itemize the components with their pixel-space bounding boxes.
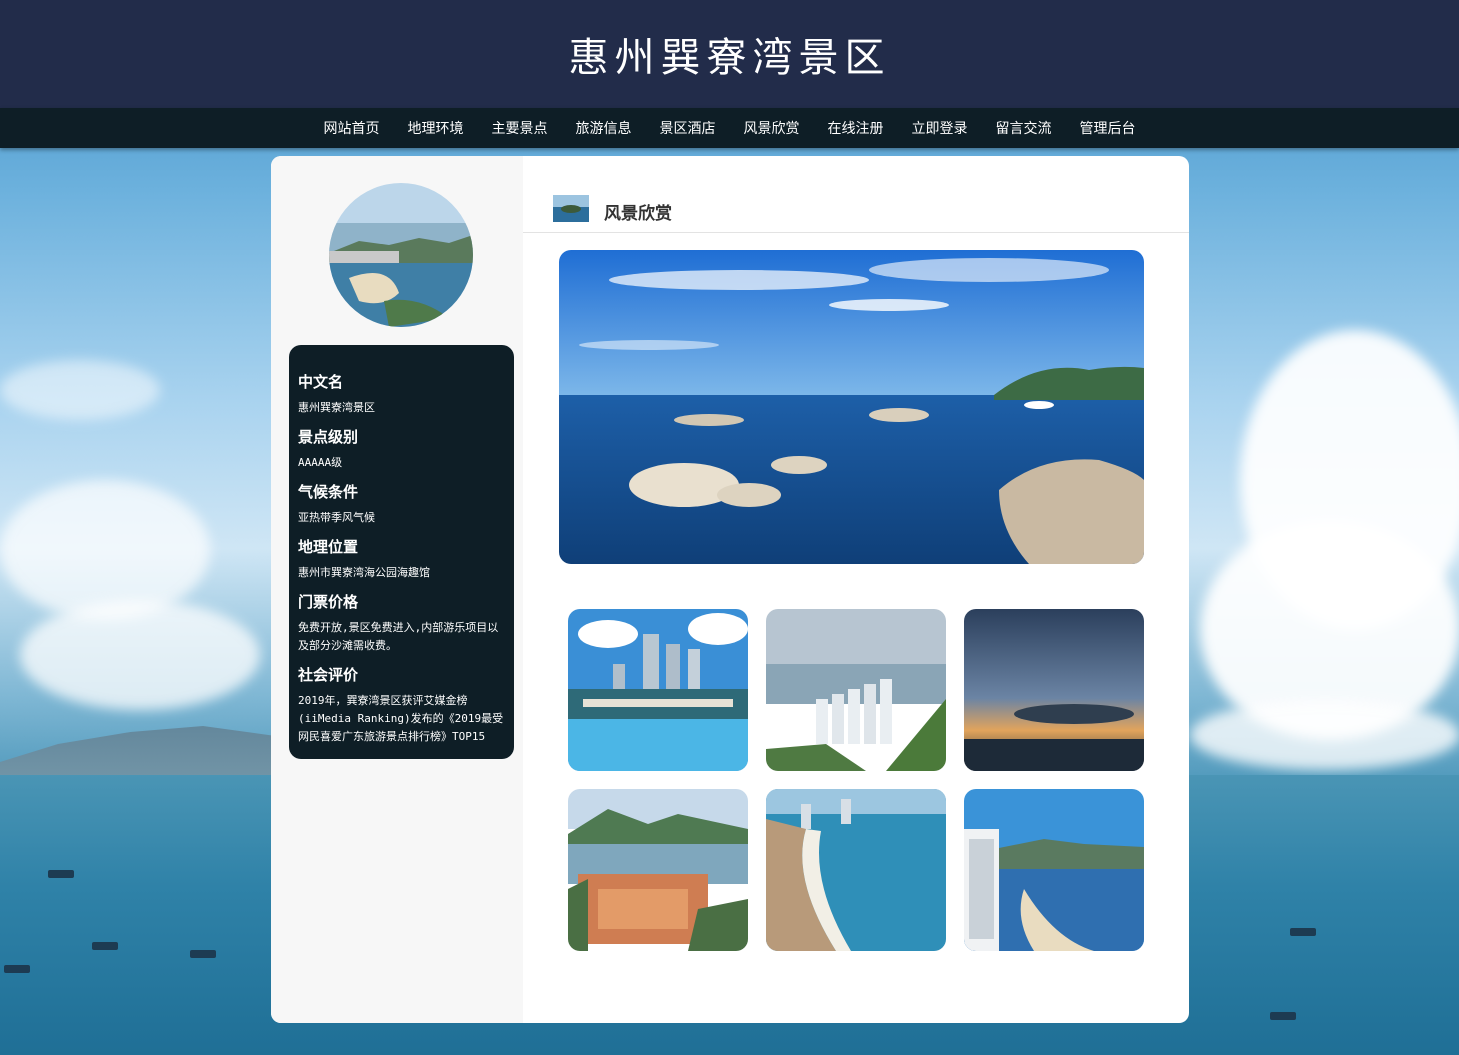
info-value-name: 惠州巽寮湾景区 bbox=[298, 401, 375, 414]
content-area: 风景欣赏 bbox=[523, 156, 1189, 1023]
info-label-name: 中文名 bbox=[298, 373, 344, 391]
info-value-climate: 亚热带季风气候 bbox=[298, 511, 375, 524]
nav-item-register[interactable]: 在线注册 bbox=[828, 118, 884, 138]
info-label-level: 景点级别 bbox=[298, 428, 359, 446]
nav-item-attractions[interactable]: 主要景点 bbox=[492, 118, 548, 138]
nav-item-home[interactable]: 网站首页 bbox=[324, 118, 380, 138]
info-label-reputation: 社会评价 bbox=[298, 666, 359, 684]
nav-item-travel-info[interactable]: 旅游信息 bbox=[576, 118, 632, 138]
gallery-image-6[interactable] bbox=[964, 789, 1144, 951]
gallery-image-4[interactable] bbox=[568, 789, 748, 951]
gallery-image-3[interactable] bbox=[964, 609, 1144, 771]
gallery-image-2[interactable] bbox=[766, 609, 946, 771]
nav-item-guestbook[interactable]: 留言交流 bbox=[996, 118, 1052, 138]
main-nav: 网站首页 地理环境 主要景点 旅游信息 景区酒店 风景欣赏 在线注册 立即登录 … bbox=[0, 108, 1459, 148]
info-card: 中文名 惠州巽寮湾景区 景点级别 AAAAA级 气候条件 亚热带季风气候 地理位… bbox=[289, 345, 514, 759]
section-header: 风景欣赏 bbox=[523, 192, 1189, 233]
gallery-image-5[interactable] bbox=[766, 789, 946, 951]
info-value-location: 惠州市巽寮湾海公园海趣馆 bbox=[298, 566, 430, 579]
sidebar: 中文名 惠州巽寮湾景区 景点级别 AAAAA级 气候条件 亚热带季风气候 地理位… bbox=[271, 156, 523, 1023]
info-label-location: 地理位置 bbox=[298, 538, 359, 556]
nav-item-scenery[interactable]: 风景欣赏 bbox=[744, 118, 800, 138]
avatar-image bbox=[329, 183, 473, 327]
site-title: 惠州巽寮湾景区 bbox=[568, 35, 891, 81]
info-value-level: AAAAA级 bbox=[298, 456, 343, 469]
gallery-image-1[interactable] bbox=[568, 609, 748, 771]
info-value-reputation: 2019年，巽寮湾景区获评艾媒金榜(iiMedia Ranking)发布的《20… bbox=[298, 694, 504, 743]
section-title: 风景欣赏 bbox=[604, 204, 672, 224]
hero-scenery-image bbox=[559, 250, 1144, 564]
nav-item-hotels[interactable]: 景区酒店 bbox=[660, 118, 716, 138]
section-thumbnail bbox=[553, 195, 589, 222]
nav-item-login[interactable]: 立即登录 bbox=[912, 118, 968, 138]
info-value-ticket: 免费开放,景区免费进入,内部游乐项目以及部分沙滩需收费。 bbox=[298, 621, 499, 652]
info-label-climate: 气候条件 bbox=[298, 483, 359, 501]
nav-item-admin[interactable]: 管理后台 bbox=[1080, 118, 1136, 138]
site-header: 惠州巽寮湾景区 bbox=[0, 0, 1459, 108]
info-label-ticket: 门票价格 bbox=[298, 593, 359, 611]
nav-item-geography[interactable]: 地理环境 bbox=[408, 118, 464, 138]
main-container: 中文名 惠州巽寮湾景区 景点级别 AAAAA级 气候条件 亚热带季风气候 地理位… bbox=[271, 156, 1189, 1023]
